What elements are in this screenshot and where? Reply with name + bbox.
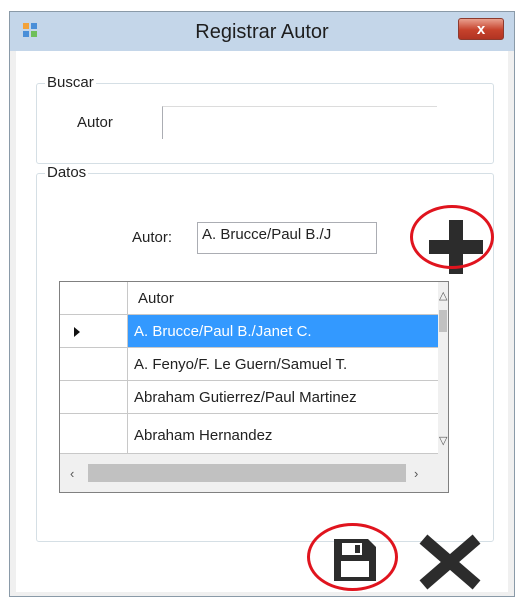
autor-grid[interactable]: Autor A. Brucce/Paul B./Janet C. A. Feny… <box>59 281 449 493</box>
row-header[interactable] <box>60 381 128 414</box>
scroll-down-icon[interactable]: ▽ <box>439 434 447 447</box>
scroll-right-icon[interactable]: › <box>414 466 418 481</box>
row-header[interactable] <box>60 414 128 454</box>
table-row[interactable]: Abraham Gutierrez/Paul Martinez <box>128 381 438 414</box>
table-row[interactable]: A. Fenyo/F. Le Guern/Samuel T. <box>128 348 438 381</box>
datos-autor-input[interactable]: A. Brucce/Paul B./J <box>197 222 377 254</box>
title-bar[interactable]: Registrar Autor x <box>10 12 514 51</box>
vertical-scrollbar[interactable]: △ ▽ <box>438 282 448 454</box>
table-row-selected[interactable]: A. Brucce/Paul B./Janet C. <box>128 315 438 348</box>
close-button[interactable]: x <box>458 18 504 40</box>
buscar-autor-label: Autor <box>77 114 113 131</box>
row-header-selected[interactable] <box>60 315 128 348</box>
buscar-legend: Buscar <box>45 74 96 91</box>
cancel-button[interactable] <box>414 533 486 591</box>
datos-legend: Datos <box>45 164 89 181</box>
row-header[interactable] <box>60 348 128 381</box>
vertical-scroll-thumb[interactable] <box>439 310 447 332</box>
buscar-group: Buscar Autor <box>36 74 494 164</box>
window-title: Registrar Autor <box>195 21 329 43</box>
current-row-arrow-icon <box>74 327 80 337</box>
close-icon: x <box>476 21 486 38</box>
table-row[interactable]: Abraham Hernandez <box>128 414 438 454</box>
horizontal-scrollbar[interactable]: ‹ › <box>60 454 448 492</box>
buscar-autor-input[interactable] <box>162 106 437 139</box>
horizontal-scroll-thumb[interactable] <box>88 464 406 482</box>
scroll-up-icon[interactable]: △ <box>439 289 447 302</box>
scroll-left-icon[interactable]: ‹ <box>70 466 74 481</box>
grid-corner <box>60 282 128 315</box>
add-button-highlight <box>410 205 494 269</box>
grid-column-header[interactable]: Autor <box>128 282 438 315</box>
form-body: Buscar Autor Datos Autor: A. Brucce/Paul… <box>16 51 508 592</box>
save-button-highlight <box>307 523 398 591</box>
datos-autor-label: Autor: <box>132 229 173 246</box>
x-icon <box>419 534 481 590</box>
registrar-autor-window: Registrar Autor x Buscar Autor Datos Aut… <box>9 11 515 597</box>
